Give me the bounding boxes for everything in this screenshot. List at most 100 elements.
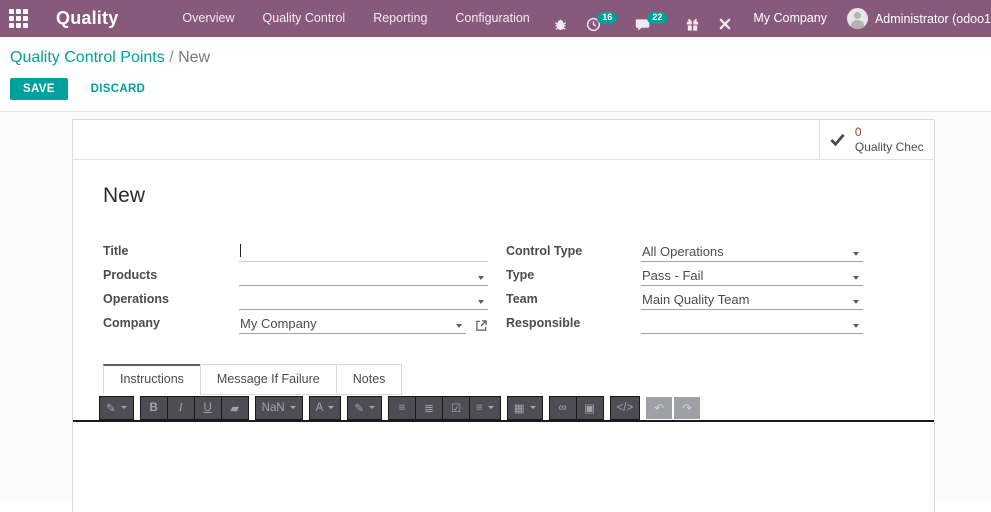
checklist-button[interactable]: ☑ [442, 396, 469, 419]
chevron-down-icon[interactable] [478, 300, 484, 304]
underline-button[interactable]: U [194, 396, 221, 419]
stat-label: Quality Chec... [854, 139, 925, 154]
tab-message-if-failure[interactable]: Message If Failure [199, 364, 337, 395]
debug-bug-icon[interactable] [544, 6, 577, 32]
save-button[interactable]: SAVE [10, 78, 68, 100]
activities-badge: 16 [597, 11, 618, 24]
chevron-down-icon[interactable] [456, 324, 462, 328]
company-input[interactable]: My Company [239, 315, 466, 334]
chevron-down-icon[interactable] [853, 276, 859, 280]
chevron-down-icon [289, 406, 296, 409]
field-operations: Operations [103, 286, 488, 310]
company-switcher[interactable]: My Company [741, 0, 839, 37]
control-panel: Quality Control Points / New SAVE DISCAR… [0, 37, 991, 112]
stat-value: 0 [854, 125, 862, 140]
chevron-down-icon [487, 406, 494, 409]
quality-checks-stat-button[interactable]: 0 Quality Chec... [819, 120, 934, 159]
toolbar-group: ≡ ≣ ☑ ≡ [387, 395, 501, 420]
field-control-type: Control Type All Operations [506, 238, 863, 262]
stat-text: 0 Quality Chec... [855, 125, 925, 154]
field-team-label: Team [506, 292, 538, 306]
image-button[interactable]: ▣ [576, 396, 603, 419]
toolbar-group: A [308, 395, 342, 420]
toolbar-group: ↶ ↷ [646, 396, 701, 419]
support-tools-icon[interactable] [709, 6, 741, 31]
type-select[interactable]: Pass - Fail [641, 267, 863, 286]
menu-overview[interactable]: Overview [168, 0, 248, 37]
products-input[interactable] [239, 267, 488, 286]
top-navbar: Quality Overview Quality Control Reporti… [0, 0, 991, 37]
ordered-list-button[interactable]: ≣ [415, 396, 442, 419]
undo-button[interactable]: ↶ [646, 396, 673, 419]
italic-button-glyph: I [178, 401, 183, 414]
chevron-down-icon[interactable] [853, 252, 859, 256]
menu-configuration[interactable]: Configuration [441, 0, 543, 37]
field-responsible-label: Responsible [506, 316, 581, 330]
field-responsible: Responsible [506, 310, 863, 334]
style-dropdown-glyph: ✎ [106, 402, 116, 415]
menu-quality-control[interactable]: Quality Control [249, 0, 360, 37]
redo-button[interactable]: ↷ [674, 396, 701, 419]
editor-toolbar: ✎ B I U ▰ NaN A ✎ ≡ ≣ ☑ ≡ ▦ ∞ ▣ </> ↶ ↷ [73, 395, 934, 422]
toolbar-group: ▦ [506, 395, 543, 420]
app-name[interactable]: Quality [56, 8, 118, 29]
title-input[interactable] [239, 243, 488, 262]
apps-menu-icon[interactable] [9, 8, 29, 29]
highlight-color-dropdown-glyph: ✎ [354, 402, 364, 415]
responsible-input[interactable] [641, 315, 863, 334]
team-select[interactable]: Main Quality Team [641, 291, 863, 310]
chevron-down-icon [120, 406, 127, 409]
redo-button-glyph: ↷ [682, 402, 693, 415]
highlight-color-dropdown[interactable]: ✎ [348, 396, 381, 419]
fields-right-column: Control Type All Operations Type Pass - … [506, 238, 863, 334]
code-view-button-glyph: </> [616, 401, 634, 414]
field-company: Company My Company [103, 310, 488, 334]
toolbar-group: NaN [254, 395, 303, 420]
checklist-button-glyph: ☑ [450, 402, 462, 415]
messages-chat-icon[interactable]: 22 [626, 6, 676, 32]
style-dropdown[interactable]: ✎ [100, 396, 133, 419]
user-menu[interactable]: Administrator (odoo1 [839, 8, 991, 29]
tab-notes[interactable]: Notes [335, 364, 403, 395]
image-button-glyph: ▣ [584, 402, 595, 415]
italic-button[interactable]: I [167, 396, 194, 419]
field-team: Team Main Quality Team [506, 286, 863, 310]
breadcrumb-parent-link[interactable]: Quality Control Points [10, 49, 165, 66]
chevron-down-icon[interactable] [478, 276, 484, 280]
paragraph-align-dropdown[interactable]: ≡ [469, 396, 500, 419]
gift-icon[interactable] [676, 6, 709, 32]
operations-input[interactable] [239, 291, 488, 310]
chevron-down-icon[interactable] [853, 300, 859, 304]
text-color-dropdown[interactable]: A [309, 396, 341, 419]
remove-format-button[interactable]: ▰ [221, 396, 248, 419]
bold-button-glyph: B [149, 401, 158, 414]
font-size-dropdown[interactable]: NaN [255, 396, 302, 419]
check-icon [830, 133, 845, 147]
external-link-icon[interactable] [475, 319, 488, 332]
sheet-body: New Title Products Operations Company My… [73, 160, 934, 395]
control-type-select[interactable]: All Operations [641, 243, 863, 262]
discard-button[interactable]: DISCARD [85, 82, 152, 96]
form-sheet: 0 Quality Chec... New Title Produ [72, 119, 935, 512]
fields-left-column: Title Products Operations Company My Com… [103, 238, 488, 334]
toolbar-group: ✎ [99, 395, 134, 420]
font-size-dropdown-glyph: NaN [261, 401, 285, 414]
link-button[interactable]: ∞ [549, 396, 576, 419]
field-title: Title [103, 238, 488, 262]
chevron-down-icon [328, 406, 335, 409]
field-type-label: Type [506, 268, 535, 282]
table-dropdown[interactable]: ▦ [507, 396, 542, 419]
unordered-list-button[interactable]: ≡ [388, 396, 415, 419]
menu-reporting[interactable]: Reporting [359, 0, 441, 37]
chevron-down-icon [368, 406, 375, 409]
toolbar-group: </> [609, 395, 641, 420]
instructions-editor-area[interactable] [73, 422, 934, 512]
code-view-button[interactable]: </> [610, 396, 640, 419]
activities-clock-icon[interactable]: 16 [577, 6, 626, 32]
bold-button[interactable]: B [140, 396, 167, 419]
tab-instructions[interactable]: Instructions [103, 364, 201, 395]
chevron-down-icon[interactable] [853, 324, 859, 328]
field-products: Products [103, 262, 488, 286]
systray: 16 22 My Company Administrator (odoo1 [544, 0, 991, 37]
field-title-label: Title [103, 244, 129, 258]
